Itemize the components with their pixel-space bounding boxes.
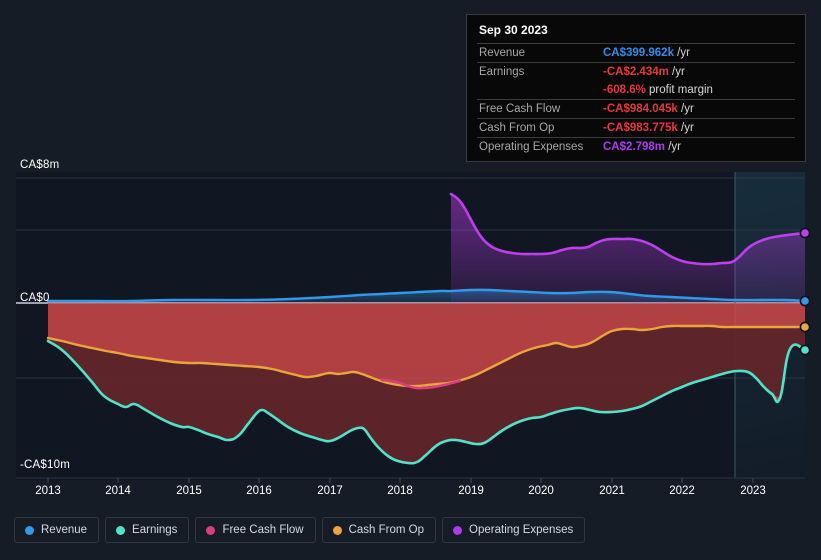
tooltip-row: Revenue CA$399.962k /yr [477,43,795,63]
tooltip-row-value: -CA$2.434m /yr [601,62,795,81]
tooltip-row: -608.6% profit margin [477,81,795,100]
tooltip-value-number: -CA$2.434m [603,66,669,78]
legend-item-label: Operating Expenses [469,524,574,536]
legend-item-label: Revenue [41,524,88,536]
tooltip-row-label: Free Cash Flow [477,99,601,119]
endpoint-dot-operating-expenses [799,227,811,239]
tooltip-row-value: CA$399.962k /yr [601,43,795,63]
tooltip-row: Free Cash Flow -CA$984.045k /yr [477,99,795,119]
tooltip-value-unit: /yr [665,141,681,153]
tooltip-value-unit: /yr [677,103,694,115]
legend-item-operating-expenses[interactable]: Operating Expenses [442,517,586,543]
tooltip-table: Revenue CA$399.962k /yr Earnings -CA$2.434m… [477,43,795,156]
data-tooltip: Sep 30 2023 Revenue CA$399.962k /yr Earnin… [466,14,806,162]
tooltip-row-value: -CA$983.775k /yr [601,118,795,138]
tooltip-row-value: -CA$984.045k /yr [601,99,795,119]
tooltip-row-value: -608.6% profit margin [601,81,795,100]
legend-item-label: Earnings [132,524,178,536]
tooltip-row-value: CA$2.798m /yr [601,137,795,156]
legend-item-label: Free Cash Flow [222,524,304,536]
tooltip-row-label: Operating Expenses [477,137,601,156]
endpoint-dot-revenue [799,295,811,307]
tooltip-value-number: -608.6% [603,84,646,96]
tooltip-value-unit: /yr [673,47,690,59]
tooltip-value-number: -CA$983.775k [603,122,678,134]
tooltip-value-number: CA$399.962k [603,47,674,59]
tooltip-row-label: Earnings [477,62,601,81]
legend-color-dot-icon [332,525,342,535]
tooltip-value-unit: /yr [668,66,685,78]
tooltip-row-label: Cash From Op [477,118,601,138]
chart-legend: Revenue Earnings Free Cash Flow Cash From O… [14,517,586,543]
legend-item-revenue[interactable]: Revenue [14,517,100,543]
legend-color-dot-icon [453,525,463,535]
endpoint-dot-cash-from-op [799,321,811,333]
tooltip-date: Sep 30 2023 [479,23,548,37]
chart-page: CA$8m CA$0 -CA$10m 2013 2014 2015 2016 2017 2… [0,0,821,560]
tooltip-value-number: CA$2.798m [603,141,666,153]
legend-item-earnings[interactable]: Earnings [105,517,190,543]
tooltip-value-unit: /yr [677,122,694,134]
endpoint-dot-earnings [799,344,811,356]
legend-color-dot-icon [25,525,34,535]
legend-item-cash-from-op[interactable]: Cash From Op [321,517,437,543]
tooltip-row: Cash From Op -CA$983.775k /yr [477,118,795,138]
tooltip-row-label [477,81,601,100]
tooltip-row-label: Revenue [477,43,601,63]
tooltip-value-unit: profit margin [645,84,713,96]
tooltip-value-number: -CA$984.045k [603,103,678,115]
legend-item-free-cash-flow[interactable]: Free Cash Flow [195,517,316,543]
legend-item-label: Cash From Op [348,524,425,536]
legend-color-dot-icon [206,525,216,535]
tooltip-row: Earnings -CA$2.434m /yr [477,62,795,81]
legend-color-dot-icon [116,525,126,535]
tooltip-row: Operating Expenses CA$2.798m /yr [477,137,795,156]
